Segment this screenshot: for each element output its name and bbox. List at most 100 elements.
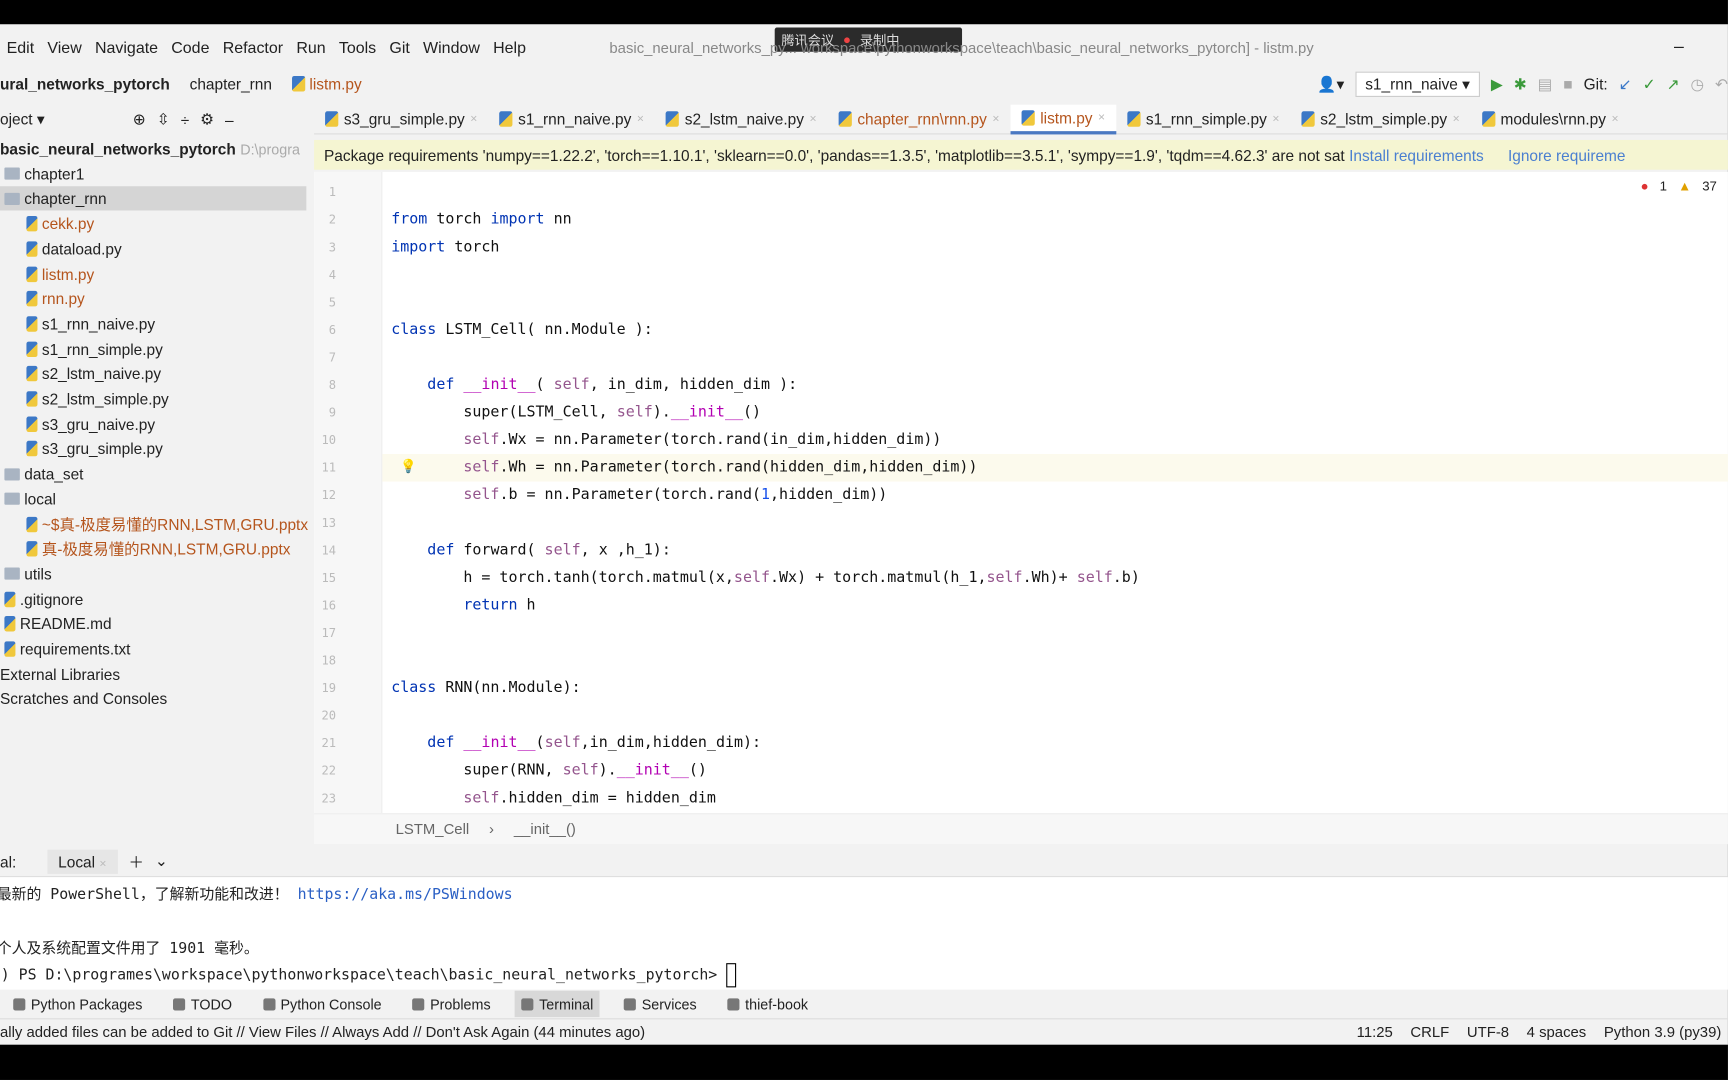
tree-item[interactable]: chapter_rnn bbox=[0, 186, 307, 211]
run-icon[interactable]: ▶ bbox=[1491, 74, 1503, 93]
tree-item[interactable]: cekk.py bbox=[26, 212, 94, 236]
toolwindow-todo[interactable]: TODO bbox=[167, 991, 239, 1017]
git-update-icon[interactable]: ↙ bbox=[1619, 74, 1632, 93]
menu-git[interactable]: Git bbox=[383, 40, 417, 58]
close-icon[interactable]: × bbox=[1611, 112, 1618, 125]
add-terminal-icon[interactable]: ＋ bbox=[128, 850, 143, 872]
breadcrumb-class[interactable]: LSTM_Cell bbox=[396, 821, 470, 838]
tree-item-label: s2_lstm_simple.py bbox=[41, 390, 169, 408]
line-number: 7 bbox=[328, 350, 337, 365]
status-message[interactable]: ally added files can be added to Git // … bbox=[0, 1024, 645, 1041]
tree-item[interactable]: s2_lstm_simple.py bbox=[26, 387, 169, 411]
run-config-select[interactable]: s1_rnn_naive ▾ bbox=[1355, 71, 1480, 97]
close-icon[interactable]: × bbox=[1272, 112, 1279, 125]
tree-item[interactable]: rnn.py bbox=[26, 287, 85, 311]
tree-item[interactable]: listm.py bbox=[26, 262, 94, 286]
tab-listm-py[interactable]: listm.py × bbox=[1010, 104, 1117, 134]
close-icon[interactable]: × bbox=[809, 112, 816, 125]
tree-item[interactable]: requirements.txt bbox=[4, 637, 130, 661]
git-commit-icon[interactable]: ✓ bbox=[1643, 74, 1656, 93]
python-interpreter[interactable]: Python 3.9 (py39) bbox=[1604, 1023, 1721, 1040]
toolwindow-thief-book[interactable]: thief-book bbox=[721, 991, 815, 1017]
tree-root[interactable]: basic_neural_networks_pytorch D:\progra bbox=[0, 137, 300, 161]
tree-item[interactable]: .gitignore bbox=[4, 587, 83, 611]
close-icon[interactable]: × bbox=[992, 112, 999, 125]
ignore-requirements-link[interactable]: Ignore requireme bbox=[1508, 146, 1626, 164]
menu-run[interactable]: Run bbox=[290, 40, 333, 58]
tree-item[interactable]: s2_lstm_naive.py bbox=[26, 362, 161, 386]
toolwindow-python-packages[interactable]: Python Packages bbox=[7, 991, 149, 1017]
crumb-folder[interactable]: chapter_rnn bbox=[190, 75, 272, 93]
tree-item[interactable]: External Libraries bbox=[0, 662, 120, 686]
toolwindow-label: Terminal bbox=[539, 995, 594, 1013]
hide-icon[interactable]: – bbox=[225, 111, 234, 129]
tab-modules-rnn-py[interactable]: modules\rnn.py × bbox=[1471, 104, 1630, 134]
menu-navigate[interactable]: Navigate bbox=[88, 40, 164, 58]
coverage-icon[interactable]: ▤ bbox=[1538, 74, 1553, 93]
minimize-button[interactable]: – bbox=[1674, 37, 1684, 57]
debug-icon[interactable]: ✱ bbox=[1514, 74, 1527, 93]
menu-code[interactable]: Code bbox=[165, 40, 216, 58]
close-icon[interactable]: × bbox=[470, 112, 477, 125]
toolwindow-terminal[interactable]: Terminal bbox=[514, 990, 600, 1018]
stop-icon[interactable]: ■ bbox=[1563, 75, 1572, 93]
menu-view[interactable]: View bbox=[41, 40, 89, 58]
inspection-widget[interactable]: ● 1 ▲ 37 bbox=[1641, 179, 1717, 194]
toolwindow-services[interactable]: Services bbox=[617, 991, 703, 1017]
menu-tools[interactable]: Tools bbox=[332, 40, 383, 58]
git-push-icon[interactable]: ↗ bbox=[1667, 74, 1680, 93]
tree-item[interactable]: ~$真-极度易懂的RNN,LSTM,GRU.pptx bbox=[26, 512, 308, 536]
caret-position[interactable]: 11:25 bbox=[1357, 1023, 1393, 1040]
terminal-tab-local[interactable]: Local × bbox=[47, 849, 118, 874]
expand-all-icon[interactable]: ⇳ bbox=[157, 110, 170, 129]
history-icon[interactable]: ◷ bbox=[1691, 74, 1704, 93]
tree-item[interactable]: s3_gru_simple.py bbox=[26, 437, 163, 461]
tree-item[interactable]: chapter1 bbox=[4, 162, 84, 186]
menu-edit[interactable]: Edit bbox=[0, 40, 41, 58]
tree-item[interactable]: s3_gru_naive.py bbox=[26, 412, 155, 436]
collapse-all-icon[interactable]: ÷ bbox=[181, 111, 189, 129]
close-icon[interactable]: × bbox=[637, 112, 644, 125]
gear-icon[interactable]: ⚙ bbox=[200, 110, 214, 129]
file-encoding[interactable]: UTF-8 bbox=[1467, 1023, 1509, 1040]
tab-s3-gru-simple-py[interactable]: s3_gru_simple.py × bbox=[314, 104, 488, 134]
tab-s2-lstm-simple-py[interactable]: s2_lstm_simple.py × bbox=[1290, 104, 1470, 134]
crumb-file[interactable]: listm.py bbox=[309, 75, 361, 93]
tab-s1-rnn-simple-py[interactable]: s1_rnn_simple.py × bbox=[1116, 104, 1290, 134]
close-icon[interactable]: × bbox=[1453, 112, 1460, 125]
tree-item[interactable]: s1_rnn_simple.py bbox=[26, 337, 163, 361]
terminal-output[interactable]: 安装最新的 PowerShell，了解新功能和改进！ https://aka.m… bbox=[0, 877, 1728, 990]
tab-s2-lstm-naive-py[interactable]: s2_lstm_naive.py × bbox=[655, 104, 828, 134]
user-icon[interactable]: 👤▾ bbox=[1317, 74, 1344, 93]
tree-item[interactable]: data_set bbox=[4, 462, 83, 486]
code-editor[interactable]: ● 1 ▲ 37 1 2 from torch import nn 3 import tor… bbox=[314, 171, 1728, 814]
tab-s1-rnn-naive-py[interactable]: s1_rnn_naive.py × bbox=[488, 104, 655, 134]
tree-item[interactable]: README.md bbox=[4, 612, 112, 636]
tree-item[interactable]: utils bbox=[4, 562, 52, 586]
crumb-project[interactable]: ural_networks_pytorch bbox=[0, 75, 170, 93]
menu-window[interactable]: Window bbox=[416, 40, 486, 58]
tree-item[interactable]: 真-极度易懂的RNN,LSTM,GRU.pptx bbox=[26, 537, 290, 561]
toolwindow-python-console[interactable]: Python Console bbox=[256, 991, 388, 1017]
intention-bulb-icon[interactable]: 💡 bbox=[400, 458, 416, 473]
tree-item[interactable]: Scratches and Consoles bbox=[0, 687, 167, 711]
locate-icon[interactable]: ⊕ bbox=[133, 110, 146, 129]
chevron-down-icon[interactable]: ⌄ bbox=[155, 852, 168, 871]
tab-chapter-rnn-rnn-py[interactable]: chapter_rnn\rnn.py × bbox=[828, 104, 1011, 134]
menu-refactor[interactable]: Refactor bbox=[216, 40, 290, 58]
tree-item[interactable]: dataload.py bbox=[26, 237, 122, 261]
project-view-select[interactable]: oject ▾ bbox=[0, 110, 45, 129]
close-icon[interactable]: × bbox=[99, 857, 106, 870]
toolwindow-problems[interactable]: Problems bbox=[406, 991, 497, 1017]
pswindows-link[interactable]: https://aka.ms/PSWindows bbox=[298, 886, 513, 904]
rollback-icon[interactable]: ↶ bbox=[1715, 74, 1728, 93]
tree-item[interactable]: local bbox=[4, 487, 56, 511]
tree-item[interactable]: s1_rnn_naive.py bbox=[26, 312, 155, 336]
install-requirements-link[interactable]: Install requirements bbox=[1349, 146, 1484, 164]
line-separator[interactable]: CRLF bbox=[1410, 1023, 1449, 1040]
file-icon bbox=[4, 591, 16, 607]
menu-help[interactable]: Help bbox=[486, 40, 532, 58]
indent-setting[interactable]: 4 spaces bbox=[1527, 1023, 1587, 1040]
close-icon[interactable]: × bbox=[1098, 111, 1105, 124]
breadcrumb-method[interactable]: __init__() bbox=[514, 821, 576, 838]
